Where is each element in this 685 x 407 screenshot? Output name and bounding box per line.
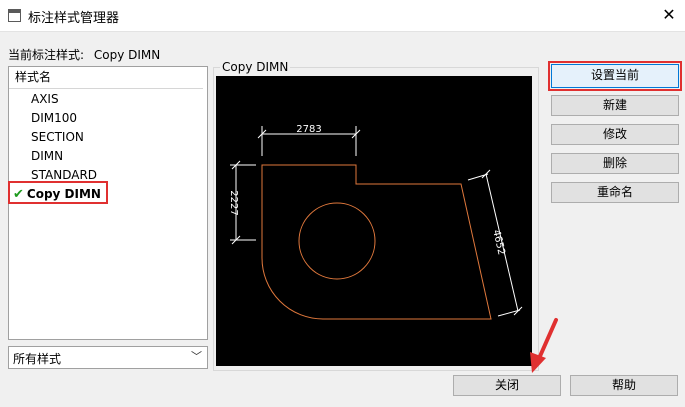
dimension-preview: 2783 2227 4652 [228,124,523,320]
dim-left-label: 2227 [228,190,239,215]
current-style-row: 当前标注样式: Copy DIMN [8,46,166,63]
filter-value: 所有样式 [13,352,62,366]
shape-circle [298,202,376,280]
style-filter-select[interactable]: 所有样式 ﹀ [8,346,208,369]
window-title: 标注样式管理器 [28,11,120,26]
list-item-section[interactable]: SECTION [31,128,84,146]
help-button[interactable]: 帮助 [570,375,678,396]
list-header: 样式名 [9,67,203,89]
preview-label: Copy DIMN [220,60,291,74]
dim-right-label: 4652 [490,229,506,256]
close-icon[interactable]: ✕ [653,0,685,31]
new-button[interactable]: 新建 [551,95,679,116]
chevron-down-icon: ﹀ [191,350,202,363]
rename-button[interactable]: 重命名 [551,182,679,203]
current-style-value: Copy DIMN [93,48,161,62]
annotation-box-set-current [548,61,682,91]
modify-button[interactable]: 修改 [551,124,679,145]
list-item-dimn[interactable]: DIMN [31,147,63,165]
close-button[interactable]: 关闭 [453,375,561,396]
shape-outline [261,164,492,320]
dim-top-label: 2783 [296,124,321,135]
preview-canvas: 2783 2227 4652 [216,76,532,366]
delete-button[interactable]: 删除 [551,153,679,174]
list-item-axis[interactable]: AXIS [31,90,59,108]
window-icon [8,9,21,22]
title-bar: 标注样式管理器 ✕ [0,0,685,32]
list-item-dim100[interactable]: DIM100 [31,109,77,127]
current-style-label: 当前标注样式: [8,48,85,62]
annotation-box-list [8,181,108,204]
